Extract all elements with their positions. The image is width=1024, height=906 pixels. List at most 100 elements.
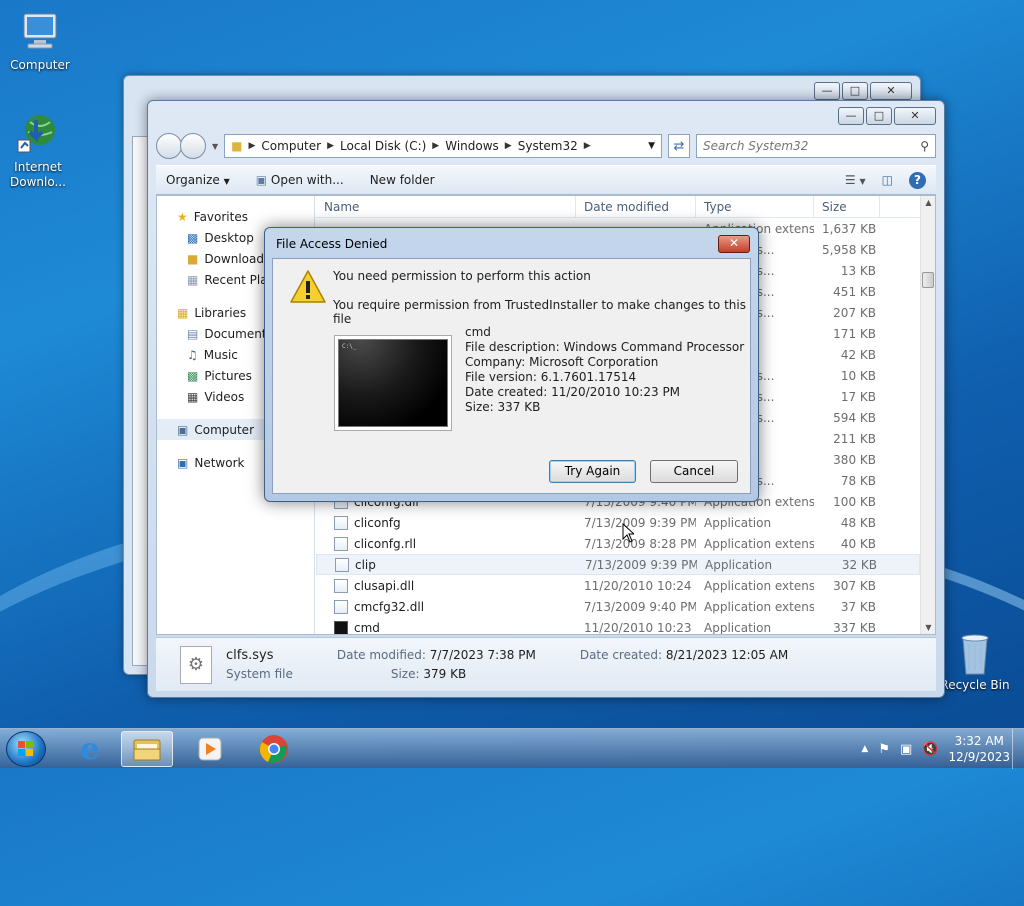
breadcrumb-arrow-icon[interactable]: ▶ <box>584 141 591 151</box>
minimize-button[interactable]: — <box>838 107 864 125</box>
file-thumbnail: C:\_ <box>334 335 452 431</box>
window-icon: ▣ <box>255 173 268 187</box>
details-date-created: 8/21/2023 12:05 AM <box>665 648 789 662</box>
pictures-icon: ▩ <box>187 368 199 383</box>
preview-pane-icon[interactable]: ◫ <box>882 173 893 187</box>
file-description: File description: Windows Command Proces… <box>465 340 745 354</box>
column-size[interactable]: Size <box>814 196 880 217</box>
nav-favorites[interactable]: ★ Favorites <box>157 206 314 227</box>
refresh-icon[interactable]: ⇄ <box>668 134 690 158</box>
maximize-button[interactable]: □ <box>866 107 892 125</box>
dialog-close-button[interactable]: ✕ <box>718 235 750 253</box>
volume-muted-icon[interactable]: 🔇 <box>922 742 938 757</box>
file-date-cell: 7/13/2009 9:39 PM <box>584 515 696 530</box>
desktop-icon-internet-download[interactable]: Internet Downlo... <box>0 112 76 190</box>
show-hidden-icons-icon[interactable]: ▲ <box>861 744 868 754</box>
globe-download-icon <box>16 112 60 156</box>
star-icon: ★ <box>177 209 188 224</box>
file-version: File version: 6.1.7601.17514 <box>465 370 637 384</box>
close-button[interactable]: ✕ <box>870 82 912 100</box>
scroll-down-icon[interactable]: ▼ <box>921 623 936 632</box>
library-icon: ▦ <box>177 305 189 320</box>
file-name-cell: cmcfg32.dll <box>316 599 576 614</box>
recent-pages-chevron-icon[interactable]: ▼ <box>212 142 218 151</box>
file-size-cell: 78 KB <box>840 473 876 488</box>
open-with-button[interactable]: ▣ Open with... <box>256 173 344 187</box>
search-box[interactable]: ⚲ <box>696 134 936 158</box>
column-date-modified[interactable]: Date modified <box>576 196 696 217</box>
file-date-created: Date created: 11/20/2010 10:23 PM <box>465 385 681 399</box>
taskbar: e ▲ ⚑ ▣ 🔇 3:32 AM 12/9/2023 <box>0 728 1024 769</box>
dialog-title: File Access Denied <box>276 237 388 251</box>
dialog-heading: You need permission to perform this acti… <box>333 269 591 283</box>
table-row[interactable]: cliconfg 7/13/2009 9:39 PM Application 48 K… <box>316 512 920 533</box>
desktop-icon-recycle-bin[interactable]: Recycle Bin <box>937 630 1013 693</box>
breadcrumb-arrow-icon[interactable]: ▶ <box>249 141 256 151</box>
search-icon[interactable]: ⚲ <box>920 139 929 153</box>
view-options-icon[interactable]: ☰ ▼ <box>845 173 866 187</box>
file-company: Company: Microsoft Corporation <box>465 355 659 369</box>
scrollbar-thumb[interactable] <box>922 272 934 288</box>
file-size-cell: 307 KB <box>833 578 876 593</box>
cancel-button[interactable]: Cancel <box>650 460 738 483</box>
mouse-cursor-icon <box>622 522 636 546</box>
file-date-cell: 11/20/2010 10:23 ... <box>584 620 696 635</box>
breadcrumb-windows[interactable]: Windows <box>445 139 499 153</box>
details-date-modified: 7/7/2023 7:38 PM <box>429 648 536 662</box>
computer-icon <box>18 10 62 54</box>
organize-menu[interactable]: Organize ▼ <box>166 173 230 187</box>
network-icon[interactable]: ▣ <box>900 742 912 757</box>
search-input[interactable] <box>703 139 903 153</box>
table-row[interactable]: cliconfg.rll 7/13/2009 8:28 PM Application… <box>316 533 920 554</box>
file-icon <box>334 599 348 614</box>
close-button[interactable]: ✕ <box>894 107 936 125</box>
taskbar-explorer[interactable] <box>121 731 173 767</box>
breadcrumb-local-disk[interactable]: Local Disk (C:) <box>340 139 426 153</box>
clock[interactable]: 3:32 AM 12/9/2023 <box>948 733 1010 765</box>
dialog-body: You need permission to perform this acti… <box>272 258 751 494</box>
table-row[interactable]: clip 7/13/2009 9:39 PM Application 32 KB <box>316 554 920 575</box>
scroll-up-icon[interactable]: ▲ <box>921 198 936 207</box>
address-dropdown-icon[interactable]: ▼ <box>648 141 655 151</box>
file-size-cell: 594 KB <box>833 410 876 425</box>
show-desktop-button[interactable] <box>1012 729 1024 769</box>
taskbar-chrome[interactable] <box>248 731 300 767</box>
vertical-scrollbar[interactable]: ▲ ▼ <box>920 196 935 634</box>
file-icon <box>334 620 348 634</box>
table-row[interactable]: cmd 11/20/2010 10:23 ... Application 337 KB <box>316 617 920 634</box>
forward-button[interactable] <box>180 133 206 159</box>
desktop-icon-computer[interactable]: Computer <box>2 10 78 73</box>
column-name[interactable]: Name <box>316 196 576 217</box>
breadcrumb-arrow-icon[interactable]: ▶ <box>327 141 334 151</box>
windows-logo-icon <box>18 741 33 756</box>
file-date-cell: 7/13/2009 9:40 PM <box>584 599 696 614</box>
help-icon[interactable]: ? <box>909 171 926 189</box>
breadcrumb-arrow-icon[interactable]: ▶ <box>432 141 439 151</box>
file-icon <box>334 578 348 593</box>
file-type-cell: Application <box>705 557 773 572</box>
taskbar-internet-explorer[interactable]: e <box>64 731 116 767</box>
breadcrumb-system32[interactable]: System32 <box>518 139 578 153</box>
column-type[interactable]: Type <box>696 196 814 217</box>
address-bar[interactable]: ■ ▶ Computer ▶ Local Disk (C:) ▶ Windows… <box>224 134 662 158</box>
music-icon: ♫ <box>187 347 198 362</box>
start-button[interactable] <box>6 731 46 767</box>
back-button[interactable] <box>156 133 182 159</box>
table-row[interactable]: cmcfg32.dll 7/13/2009 9:40 PM Application … <box>316 596 920 617</box>
try-again-button[interactable]: Try Again <box>549 460 636 483</box>
file-size-cell: 211 KB <box>833 431 876 446</box>
action-center-flag-icon[interactable]: ⚑ <box>878 742 890 757</box>
table-row[interactable]: clusapi.dll 11/20/2010 10:24 ... Applicati… <box>316 575 920 596</box>
file-name-cell: clusapi.dll <box>316 578 576 593</box>
file-type-cell: Application <box>704 620 772 635</box>
new-folder-button[interactable]: New folder <box>370 173 435 187</box>
breadcrumb-arrow-icon[interactable]: ▶ <box>505 141 512 151</box>
file-size-cell: 17 KB <box>840 389 876 404</box>
file-name-cell: cliconfg.rll <box>316 536 576 551</box>
file-access-denied-dialog[interactable]: File Access Denied ✕ You need permission… <box>264 227 759 502</box>
maximize-button[interactable]: □ <box>842 82 868 100</box>
column-headers: Name Date modified Type Size <box>316 196 920 218</box>
minimize-button[interactable]: — <box>814 82 840 100</box>
breadcrumb-computer[interactable]: Computer <box>261 139 321 153</box>
taskbar-media-player[interactable] <box>184 731 236 767</box>
